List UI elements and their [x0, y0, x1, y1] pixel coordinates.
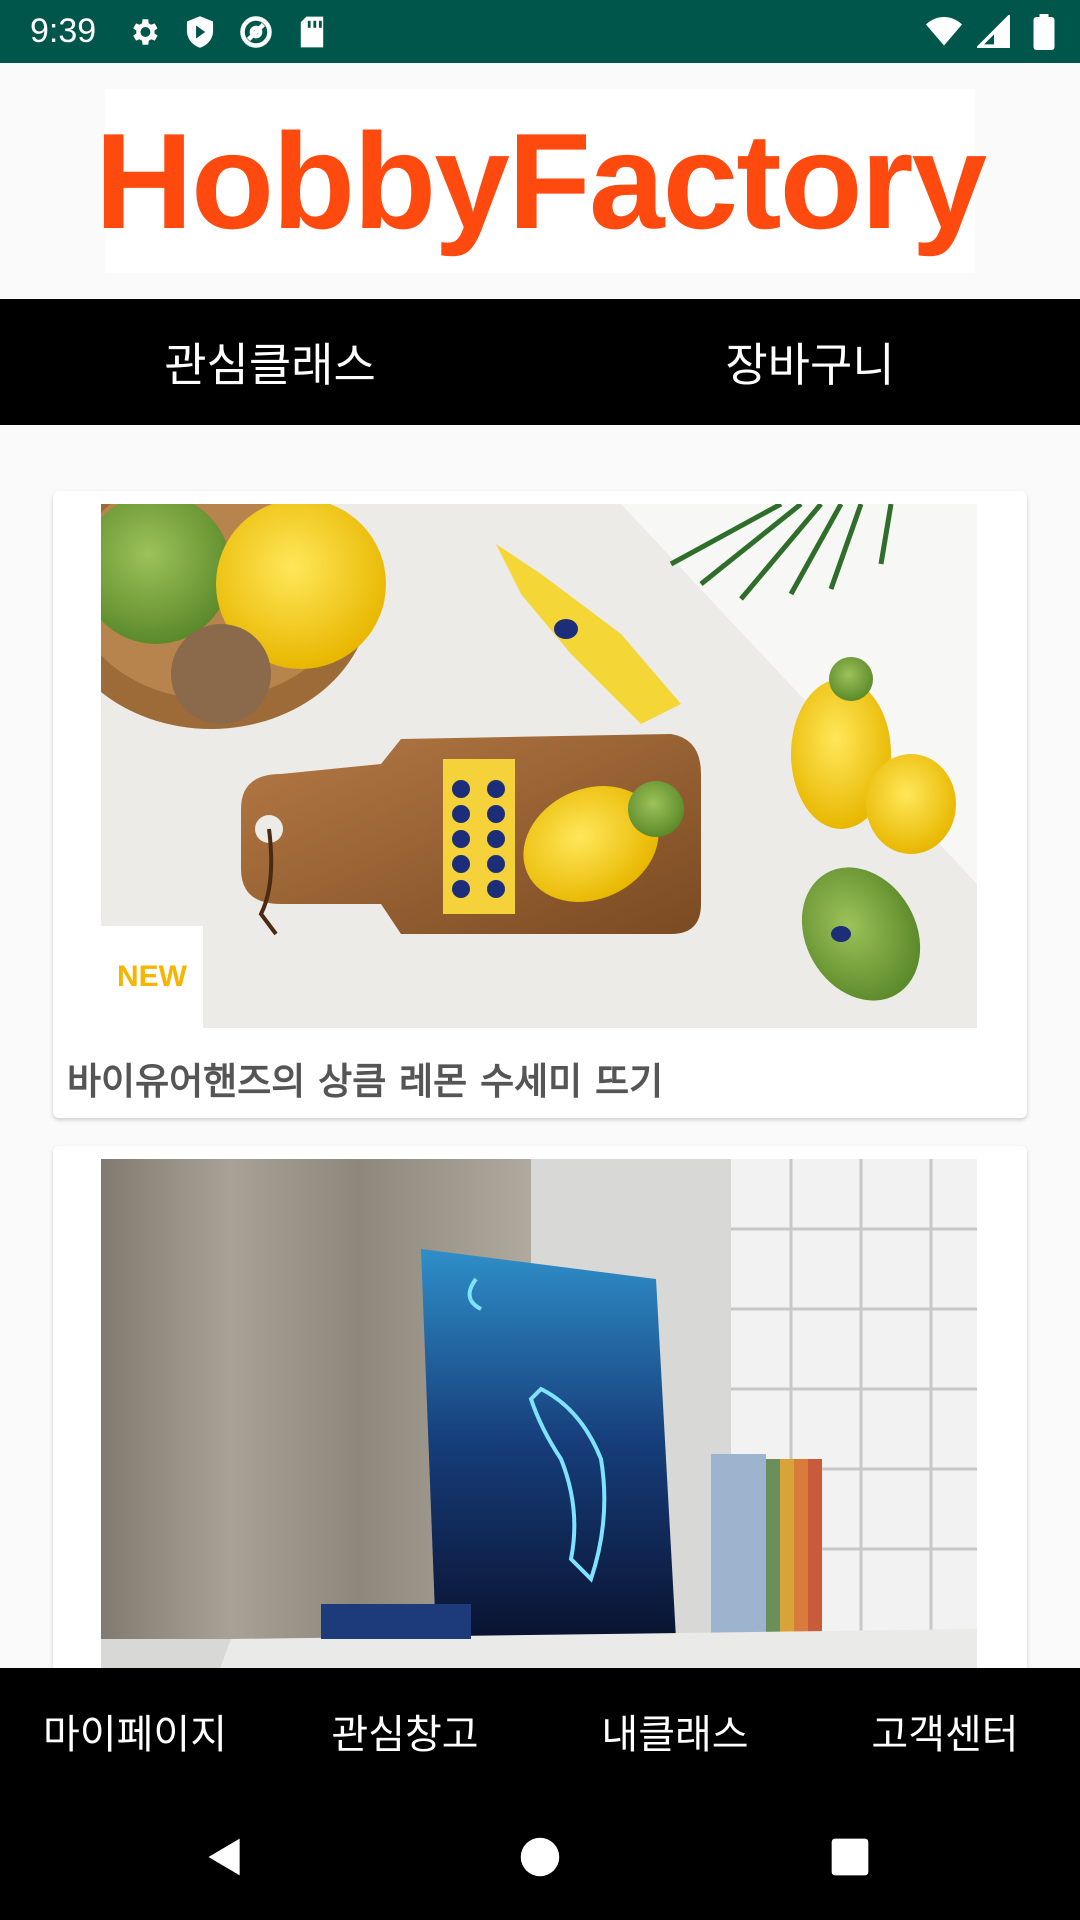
class-image[interactable]: [101, 1159, 977, 1706]
tab-interest-classes[interactable]: 관심클래스: [0, 299, 540, 425]
home-icon[interactable]: [490, 1794, 590, 1920]
nav-customer-center[interactable]: 고객센터: [810, 1668, 1080, 1794]
wifi-icon: [926, 14, 962, 50]
class-card[interactable]: NEW 바이유어핸즈의 상큼 레몬 수세미 뜨기: [53, 491, 1027, 1118]
recents-icon[interactable]: [800, 1794, 900, 1920]
nav-mypage[interactable]: 마이페이지: [0, 1668, 270, 1794]
nav-my-classes[interactable]: 내클래스: [540, 1668, 810, 1794]
settings-icon: [126, 14, 162, 50]
battery-icon: [1026, 13, 1062, 50]
top-tab-bar: 관심클래스 장바구니: [0, 299, 1080, 425]
play-protect-icon: [182, 14, 218, 50]
logo[interactable]: HobbyFactory: [95, 89, 987, 273]
class-card[interactable]: [53, 1146, 1027, 1706]
logo-text: HobbyFactory: [94, 105, 987, 257]
bottom-nav: 마이페이지 관심창고 내클래스 고객센터: [0, 1668, 1080, 1794]
nav-wishlist[interactable]: 관심창고: [270, 1668, 540, 1794]
tab-cart[interactable]: 장바구니: [540, 299, 1080, 425]
class-image[interactable]: NEW: [101, 504, 977, 1028]
at-sign-icon: [238, 14, 274, 50]
back-icon[interactable]: [175, 1794, 275, 1920]
header: HobbyFactory: [0, 63, 1080, 299]
sd-card-icon: [294, 14, 330, 50]
status-bar: 9:39: [0, 0, 1080, 63]
status-time: 9:39: [30, 12, 97, 50]
signal-icon: [976, 14, 1012, 50]
new-badge: NEW: [101, 926, 203, 1028]
system-nav-bar: [0, 1794, 1080, 1920]
class-title[interactable]: 바이유어핸즈의 상큼 레몬 수세미 뜨기: [67, 1051, 663, 1105]
